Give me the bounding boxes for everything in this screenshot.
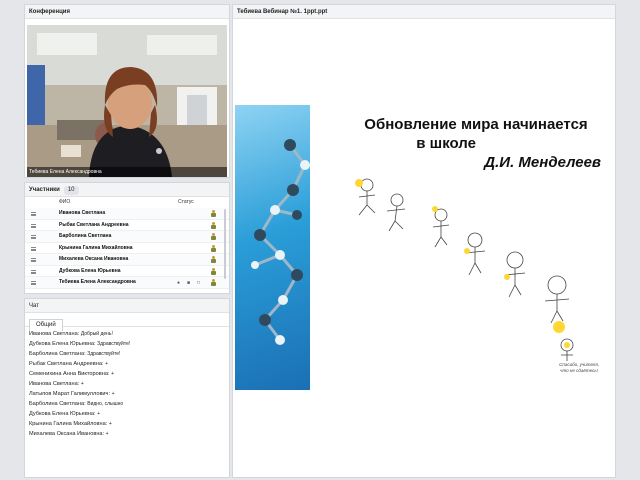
participant-name: Михалева Оксана Ивановна xyxy=(59,256,129,262)
message-author: Крынина Галина Михайловна: xyxy=(29,421,108,427)
participant-row[interactable]: Тебиева Елена Александровна ● ■ □ xyxy=(25,277,229,289)
participant-name: Иванова Светлана xyxy=(59,210,106,216)
user-status-icon xyxy=(211,256,216,263)
user-status-icon xyxy=(211,279,216,286)
participants-title: Участники xyxy=(29,187,60,193)
molecule-graphic xyxy=(251,139,310,345)
participants-scrollbar[interactable] xyxy=(224,209,226,279)
message-author: Иванова Светлана: xyxy=(29,331,80,337)
participant-name: Дубкова Елена Юрьевна xyxy=(59,267,121,274)
participant-row[interactable]: Барболина Светлана xyxy=(25,231,229,243)
message-author: Михалева Оксана Ивановна: xyxy=(29,431,105,437)
microphone-icon[interactable]: ● xyxy=(177,280,180,286)
participants-columns: ФИО Статус xyxy=(25,197,229,208)
column-header-fio[interactable]: ФИО xyxy=(59,197,70,208)
message-text: Добрый день! xyxy=(80,331,113,337)
chat-title: Чат xyxy=(25,299,229,313)
participant-name: Тебиева Елена Александровна xyxy=(59,279,136,285)
webinar-app: Конференция Тебиева Елена Александровна … xyxy=(0,0,640,480)
chat-tabs: Общий xyxy=(25,313,229,331)
caption-line1: Спасибо, учителя, xyxy=(559,362,599,367)
conference-title: Конференция xyxy=(25,5,229,19)
chat-message: Рыбак Светлана Андреевна: + xyxy=(25,359,229,369)
participant-row[interactable]: Рыбак Светлана Андреевна xyxy=(25,220,229,231)
slide-caption: Спасибо, учителя, что не сдаётесь! xyxy=(559,362,599,373)
message-text: + xyxy=(111,371,114,377)
participants-count-badge: 10 xyxy=(63,186,79,195)
chat-message: Крынина Галина Михайловна: + xyxy=(25,419,229,429)
children-illustration xyxy=(355,178,574,361)
participant-row[interactable]: Иванова Светлана xyxy=(25,208,229,220)
participant-row[interactable]: Крынина Галина Михайловна xyxy=(25,243,229,254)
molecule-image xyxy=(235,105,310,390)
row-menu-icon[interactable] xyxy=(31,258,36,262)
participants-panel: Участники 10 ФИО Статус Иванова Светлана … xyxy=(24,182,230,294)
message-text: + xyxy=(111,391,115,397)
message-author: Семенихина Анна Викторовна: xyxy=(29,371,110,377)
presentation-panel: Тебиева Вебинар №1. 1ppt.ppt Обновление … xyxy=(232,4,616,478)
chat-message: Иванова Светлана: + xyxy=(25,379,229,389)
participants-header: Участники 10 xyxy=(25,183,229,197)
chat-message: Латыпов Марат Галимуллович: + xyxy=(25,389,229,399)
presentation-slide[interactable]: Обновление мира начинается в школе Д.И. … xyxy=(235,105,615,390)
row-menu-icon[interactable] xyxy=(31,212,36,216)
chat-message: Иванова Светлана: Добрый день! xyxy=(25,329,229,339)
message-author: Барболина Светлана: xyxy=(29,401,86,407)
message-author: Барболина Светлана: xyxy=(29,351,86,357)
row-menu-icon[interactable] xyxy=(31,281,36,285)
conference-panel: Конференция Тебиева Елена Александровна xyxy=(24,4,230,178)
video-participant-name: Тебиева Елена Александровна xyxy=(27,167,227,177)
chat-panel: Чат Общий Иванова Светлана: Добрый день!… xyxy=(24,298,230,478)
screen-share-icon[interactable]: □ xyxy=(197,280,200,286)
chat-message: Барболина Светлана: Видно, слышно xyxy=(25,399,229,409)
chat-message: Семенихина Анна Викторовна: + xyxy=(25,369,229,379)
user-status-icon xyxy=(211,267,216,275)
column-header-status[interactable]: Статус xyxy=(178,197,194,208)
participant-name: Барболина Светлана xyxy=(59,233,112,239)
message-text: Здравствуйте! xyxy=(97,341,131,347)
message-author: Дубкова Елена Юрьевна: xyxy=(29,341,96,347)
camera-icon[interactable]: ■ xyxy=(187,280,190,286)
participant-row[interactable]: Михалева Оксана Ивановна xyxy=(25,254,229,266)
message-author: Дубкова Елена Юрьевна: xyxy=(29,411,96,417)
message-text: + xyxy=(105,431,109,437)
message-author: Рыбак Светлана Андреевна: xyxy=(29,361,104,367)
chat-message: Дубкова Елена Юрьевна: + xyxy=(25,409,229,419)
row-menu-icon[interactable] xyxy=(31,235,36,239)
slide-heading-line1: Обновление мира начинается xyxy=(364,116,588,133)
participants-list: Иванова Светлана Рыбак Светлана Андреевн… xyxy=(25,208,229,289)
chat-messages: Иванова Светлана: Добрый день! Дубкова Е… xyxy=(25,327,229,439)
slide-heading: Обновление мира начинается в школе Д.И. … xyxy=(364,115,601,172)
video-frame-image xyxy=(27,25,227,177)
user-status-icon xyxy=(211,210,216,217)
presentation-title: Тебиева Вебинар №1. 1ppt.ppt xyxy=(233,5,615,19)
message-text: + xyxy=(97,411,101,417)
row-menu-icon[interactable] xyxy=(31,246,36,251)
message-author: Латыпов Марат Галимуллович: xyxy=(29,391,111,397)
participant-row[interactable]: Дубкова Елена Юрьевна xyxy=(25,266,229,277)
row-menu-icon[interactable] xyxy=(31,269,36,274)
message-text: + xyxy=(108,421,112,427)
message-text: Видно, слышно xyxy=(87,401,124,407)
message-text: + xyxy=(80,381,84,387)
user-status-icon xyxy=(211,233,216,240)
chat-message: Барболина Светлана: Здравствуйте! xyxy=(25,349,229,359)
message-text: Здравствуйте! xyxy=(87,351,121,357)
message-author: Иванова Светлана: xyxy=(29,381,80,387)
participant-name: Рыбак Светлана Андреевна xyxy=(59,221,129,228)
row-menu-icon[interactable] xyxy=(31,223,36,228)
participant-name: Крынина Галина Михайловна xyxy=(59,244,133,251)
message-text: + xyxy=(105,361,109,367)
video-feed[interactable]: Тебиева Елена Александровна xyxy=(27,25,227,177)
caption-line2: что не сдаётесь! xyxy=(560,367,598,373)
user-status-icon xyxy=(211,244,216,252)
chat-message: Дубкова Елена Юрьевна: Здравствуйте! xyxy=(25,339,229,349)
user-status-icon xyxy=(211,221,216,229)
chat-message: Михалева Оксана Ивановна: + xyxy=(25,429,229,439)
slide-heading-line2: в школе xyxy=(416,135,476,152)
